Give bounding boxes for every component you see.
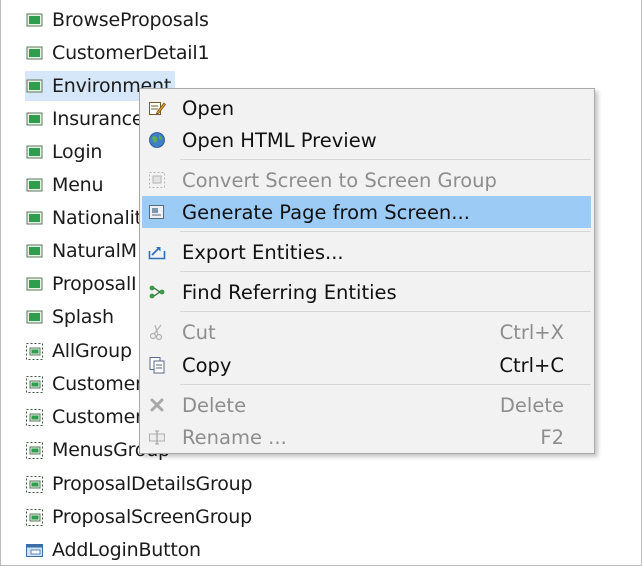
screen-icon	[25, 242, 44, 261]
tree-item-label: ProposalScreenGroup	[52, 506, 253, 528]
generate-page-icon	[148, 203, 166, 221]
app-window: BrowseProposals CustomerDetail1 Environm…	[0, 0, 642, 566]
menu-item-shortcut: Ctrl+C	[499, 353, 564, 377]
menu-item-cut[interactable]: Cut Ctrl+X	[142, 316, 591, 348]
screen-icon	[25, 308, 44, 327]
tree-item-label: Customer	[52, 406, 143, 428]
tree-item-login[interactable]: Login	[25, 137, 106, 167]
tree-item-proposal[interactable]: ProposalI	[25, 269, 140, 299]
export-icon	[148, 243, 166, 261]
menu-item-open-html-preview[interactable]: Open HTML Preview	[142, 124, 591, 156]
tree-item-splash[interactable]: Splash	[25, 302, 118, 332]
menu-item-generate-page[interactable]: Generate Page from Screen...	[142, 196, 591, 228]
screen-group-icon	[25, 408, 44, 427]
tree-item-customer-group-2[interactable]: Customer	[25, 402, 147, 432]
menu-item-label: Rename ...	[182, 425, 287, 449]
open-edit-icon	[148, 99, 166, 117]
menu-item-label: Cut	[182, 320, 216, 344]
menu-item-find-referring[interactable]: Find Referring Entities	[142, 276, 591, 308]
delete-x-icon	[148, 396, 166, 414]
screen-icon	[25, 77, 44, 96]
find-references-icon	[148, 283, 166, 301]
menu-item-delete[interactable]: Delete Delete	[142, 389, 591, 421]
screen-icon	[25, 44, 44, 63]
tree-item-insurance[interactable]: Insurance	[25, 104, 147, 134]
menu-item-label: Generate Page from Screen...	[182, 200, 470, 224]
tree-item-label: AllGroup	[52, 340, 132, 362]
menu-item-copy[interactable]: Copy Ctrl+C	[142, 349, 591, 381]
tree-item-proposaldetailsgroup[interactable]: ProposalDetailsGroup	[25, 469, 256, 499]
tree-item-label: NaturalM	[52, 240, 137, 262]
tree-item-proposalscreengroup[interactable]: ProposalScreenGroup	[25, 502, 256, 532]
tree-item-customerdetail1[interactable]: CustomerDetail1	[25, 38, 213, 68]
menu-separator	[180, 231, 591, 232]
tree-item-naturalm[interactable]: NaturalM	[25, 236, 141, 266]
tree-item-allgroup[interactable]: AllGroup	[25, 336, 136, 366]
screen-icon	[25, 143, 44, 162]
screen-icon	[25, 110, 44, 129]
menu-item-shortcut: Delete	[499, 393, 564, 417]
menu-separator	[180, 311, 591, 312]
menu-separator	[180, 271, 591, 272]
tree-item-menu[interactable]: Menu	[25, 170, 107, 200]
menu-item-label: Open HTML Preview	[182, 128, 377, 152]
tree-item-nationality[interactable]: Nationalit	[25, 203, 146, 233]
tree-item-label: Insurance	[52, 108, 144, 130]
copy-icon	[148, 356, 166, 374]
tree-item-browseproposals[interactable]: BrowseProposals	[25, 5, 213, 35]
menu-separator	[180, 159, 591, 160]
tree-item-label: AddLoginButton	[52, 539, 201, 561]
screen-group-icon	[25, 475, 44, 494]
menu-separator	[180, 384, 591, 385]
screen-group-icon	[25, 375, 44, 394]
tree-item-customer-group-1[interactable]: Customer	[25, 369, 147, 399]
tree-item-label: Splash	[52, 306, 114, 328]
menu-item-convert-screen[interactable]: Convert Screen to Screen Group	[142, 164, 591, 196]
tree-item-label: Login	[52, 141, 103, 163]
screen-group-icon	[25, 342, 44, 361]
menu-item-export-entities[interactable]: Export Entities...	[142, 236, 591, 268]
context-menu: Open Open HTML Preview Convert Screen to…	[139, 88, 595, 454]
menu-item-shortcut: Ctrl+X	[499, 320, 564, 344]
tree-item-label: Nationalit	[52, 207, 142, 229]
menu-item-label: Copy	[182, 353, 232, 377]
button-component-icon	[25, 541, 44, 560]
convert-screen-icon	[148, 171, 166, 189]
screen-icon	[25, 275, 44, 294]
tree-item-label: Customer	[52, 373, 143, 395]
screen-icon	[25, 209, 44, 228]
screen-group-icon	[25, 508, 44, 527]
tree-item-label: CustomerDetail1	[52, 42, 210, 64]
menu-item-label: Delete	[182, 393, 247, 417]
menu-item-shortcut: F2	[540, 425, 564, 449]
menu-item-rename[interactable]: Rename ... F2	[142, 421, 591, 453]
screen-icon	[25, 11, 44, 30]
screen-group-icon	[25, 441, 44, 460]
scissors-icon	[148, 323, 166, 341]
globe-icon	[148, 131, 166, 149]
tree-item-addloginbutton[interactable]: AddLoginButton	[25, 535, 205, 565]
rename-icon	[148, 428, 166, 446]
screen-icon	[25, 176, 44, 195]
menu-item-label: Open	[182, 96, 235, 120]
menu-item-open[interactable]: Open	[142, 92, 591, 124]
menu-item-label: Find Referring Entities	[182, 280, 397, 304]
menu-item-label: Convert Screen to Screen Group	[182, 168, 497, 192]
menu-item-label: Export Entities...	[182, 240, 344, 264]
tree-item-label: BrowseProposals	[52, 9, 209, 31]
tree-item-label: Menu	[52, 174, 104, 196]
tree-item-label: ProposalI	[52, 273, 137, 295]
tree-item-label: ProposalDetailsGroup	[52, 473, 253, 495]
